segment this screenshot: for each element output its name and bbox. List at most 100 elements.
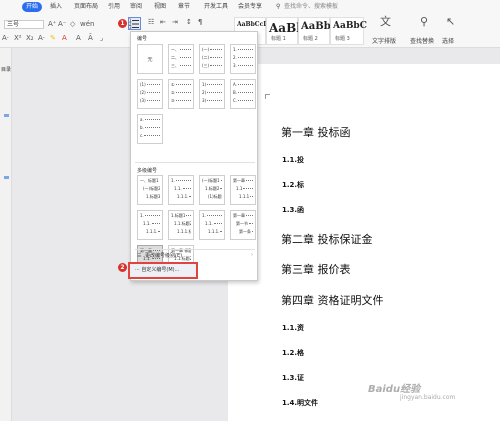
tile-line: a. [140, 116, 160, 123]
tile-line-leader [238, 100, 253, 101]
tile-line-leader [207, 84, 222, 85]
tab-insert[interactable]: 插入 [50, 2, 62, 12]
tile-line-leader [250, 196, 253, 197]
subscript-icon[interactable]: X₂ [26, 34, 34, 42]
show-marks-icon[interactable]: ¶ [198, 18, 202, 26]
numbering-none[interactable]: 无 [137, 44, 163, 74]
char-shading-icon[interactable]: Ā [88, 34, 93, 42]
heading-2[interactable]: 1.4.明文件 [282, 398, 318, 408]
tile-line-leader [175, 100, 191, 101]
indent-decrease-icon[interactable]: ⇤ [160, 18, 166, 26]
select-label[interactable]: 选择 [442, 36, 454, 45]
phonetic-icon[interactable]: wén [80, 20, 94, 28]
heading-2[interactable]: 1.1.投 [282, 155, 304, 165]
tile-line: 1. [171, 177, 191, 184]
tile-line-label: 一、标题1 [140, 177, 159, 183]
tile-line-leader [144, 119, 160, 120]
tile-line-leader [246, 180, 253, 181]
numbering-list-icon[interactable]: 1 2 3 [128, 17, 141, 30]
search-input[interactable]: 查找命令、搜索模板 [284, 2, 338, 12]
tile-line-label: (2) [140, 90, 146, 95]
tile-line-leader [146, 84, 160, 85]
search-icon[interactable]: ⚲ [276, 2, 280, 12]
tab-view[interactable]: 视图 [154, 2, 166, 12]
font-color-icon[interactable]: A· [2, 34, 9, 42]
expand-font-icon[interactable]: ⌟ [100, 34, 103, 42]
multilevel-tile-5[interactable]: 1.标题1 1.1.标题2 1.1.1.标题3 [168, 210, 194, 240]
char-border-icon[interactable]: A [76, 34, 81, 42]
single-numbering-tile-1[interactable]: (一) (二) (三) [199, 44, 225, 74]
tab-developer[interactable]: 开发工具 [204, 2, 228, 12]
text-tools-icon[interactable]: 文 [380, 16, 391, 27]
heading-1[interactable]: 第二章 投标保证金 [281, 231, 373, 247]
tile-line-leader [175, 180, 191, 181]
heading-1[interactable]: 第一章 投标函 [281, 124, 351, 140]
heading-2[interactable]: 1.2.格 [282, 348, 304, 358]
multilevel-tile-7[interactable]: 第一章 第一节 第一条 [230, 210, 256, 240]
clear-format-icon[interactable]: ◇ [70, 20, 75, 28]
tab-review[interactable]: 审阅 [130, 2, 142, 12]
multilevel-tile-6[interactable]: 1. 1.1. 1.1.1. [199, 210, 225, 240]
tile-line-leader [243, 188, 253, 189]
tile-line-leader [189, 196, 191, 197]
text-color-icon[interactable]: A [62, 34, 67, 42]
single-numbering-tile-7[interactable]: a. b. c. [137, 114, 163, 144]
indent-increase-icon[interactable]: ⇥ [172, 18, 178, 26]
highlight-icon[interactable]: ✎ [50, 34, 56, 42]
custom-numbering-menu-item[interactable]: ··· 自定义编号(M)... [128, 262, 198, 279]
heading-2[interactable]: 1.3.函 [282, 205, 304, 215]
multilevel-tile-0[interactable]: 一、标题1 (一)标题2 1.标题3 [137, 175, 163, 205]
text-tools-label[interactable]: 文字排版 [372, 36, 396, 45]
multilevel-tile-1[interactable]: 1. 1.1. 1.1.1. [168, 175, 194, 205]
style-heading-3[interactable]: AaBbC 标题 3 [330, 17, 367, 45]
tile-line-label: c. [140, 133, 144, 138]
tab-chapter[interactable]: 章节 [178, 2, 190, 12]
tile-line-label: 1) [202, 82, 207, 87]
bullets-icon[interactable]: ☷ [148, 18, 154, 26]
toc-label[interactable]: 目录 [1, 66, 11, 73]
tile-line-label: 二、 [171, 54, 179, 60]
heading-1[interactable]: 第四章 资格证明文件 [281, 292, 384, 308]
tile-line: b. [140, 124, 160, 131]
find-replace-icon[interactable]: ⚲ [420, 16, 428, 27]
tab-references[interactable]: 引用 [108, 2, 120, 12]
select-icon[interactable]: ↖ [446, 16, 455, 27]
single-numbering-tile-5[interactable]: 1) 2) 3) [199, 79, 225, 109]
tile-line: 1.1.1. [146, 228, 160, 235]
tile-line-leader [246, 215, 253, 216]
navigation-pane[interactable] [0, 48, 12, 421]
tile-line-label: 1. [233, 47, 237, 52]
tab-member[interactable]: 会员专享 [238, 2, 262, 12]
multilevel-tile-3[interactable]: 第一章 1.1 1.1.1 [230, 175, 256, 205]
tile-line-leader [249, 223, 253, 224]
tile-line: 1. [202, 212, 222, 219]
single-numbering-tile-0[interactable]: 一、 二、 三、 [168, 44, 194, 74]
change-level-menu-item[interactable]: ☰ 更改编号级别(E) [137, 252, 182, 261]
style-heading-2[interactable]: AaBbC 标题 2 [298, 17, 339, 45]
tile-line: C. [233, 97, 253, 104]
single-numbering-tile-2[interactable]: 1. 2. 3. [230, 44, 256, 74]
text-effect-icon[interactable]: A· [38, 34, 45, 42]
single-numbering-tile-6[interactable]: A. B. C. [230, 79, 256, 109]
heading-1[interactable]: 第三章 报价表 [281, 261, 351, 277]
tile-line-label: 第一章 [233, 212, 245, 218]
heading-2[interactable]: 1.3.证 [282, 373, 304, 383]
font-size-select[interactable]: 三号 [4, 20, 44, 29]
tile-line: 1.1. [143, 220, 160, 227]
superscript-icon[interactable]: X² [14, 34, 22, 42]
style-heading-1[interactable]: AaBl 标题 1 [266, 17, 301, 45]
sort-icon[interactable]: ↕ [186, 18, 192, 26]
grow-font-icon[interactable]: A⁺ [48, 20, 56, 28]
heading-2[interactable]: 1.1.资 [282, 323, 304, 333]
tile-line-leader [175, 92, 191, 93]
divider [135, 162, 255, 163]
multilevel-tile-4[interactable]: 1. 1.1. 1.1.1. [137, 210, 163, 240]
multilevel-tile-2[interactable]: (一)标题1 1.标题2 (1)标题3 [199, 175, 225, 205]
shrink-font-icon[interactable]: A⁻ [58, 20, 66, 28]
tab-home[interactable]: 开始 [22, 2, 43, 12]
heading-2[interactable]: 1.2.标 [282, 180, 304, 190]
tab-page-layout[interactable]: 页面布局 [74, 2, 98, 12]
single-numbering-tile-3[interactable]: (1) (2) (3) [137, 79, 163, 109]
single-numbering-tile-4[interactable]: ① ② ③ [168, 79, 194, 109]
find-replace-label[interactable]: 查找替换 [410, 36, 434, 45]
